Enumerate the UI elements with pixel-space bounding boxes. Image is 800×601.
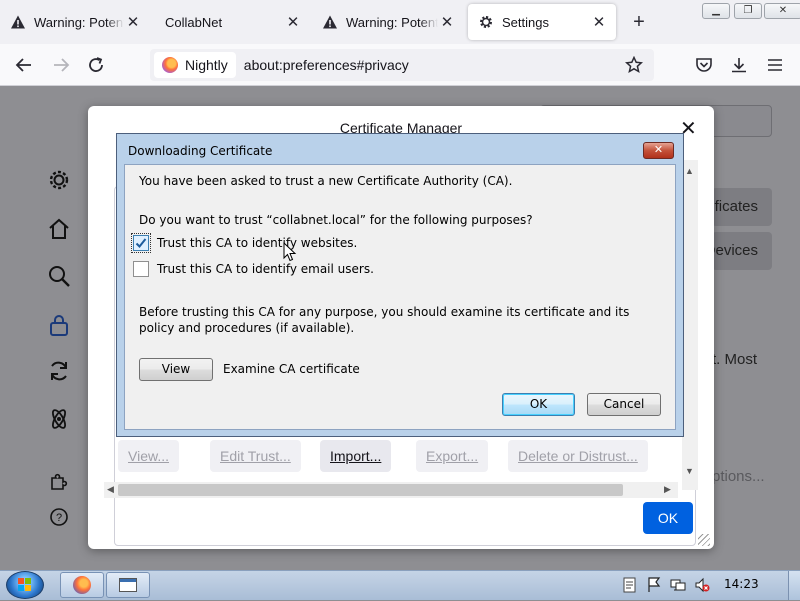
warning-icon — [10, 14, 26, 30]
tab-collabnet[interactable]: CollabNet ✕ — [155, 4, 310, 40]
advice-text: Before trusting this CA for any purpose,… — [139, 305, 630, 335]
checkmark-icon — [135, 238, 147, 248]
firefox-nightly-icon — [73, 576, 91, 594]
security-devices-button[interactable]: Security Devices... — [712, 232, 772, 270]
help-icon[interactable]: ? — [46, 504, 72, 530]
dialog-title: Downloading Certificate — [128, 144, 273, 158]
extensions-icon[interactable] — [46, 468, 72, 494]
tab-close-icon[interactable]: ✕ — [590, 13, 608, 31]
terminal-icon — [119, 578, 137, 592]
trust-websites-label[interactable]: Trust this CA to identify websites. — [157, 236, 357, 250]
scroll-up-icon[interactable]: ▲ — [685, 166, 694, 176]
tab-warning-2[interactable]: Warning: Potential Security Risk Ahead ✕ — [312, 4, 464, 40]
notes-tray-icon[interactable] — [622, 577, 638, 593]
maximize-button[interactable]: ❐ — [734, 3, 762, 19]
pref-partial-text: t. Most — [712, 351, 758, 368]
security-devices-label: Security Devices... — [712, 242, 758, 259]
minimize-button[interactable]: ▁ — [702, 3, 730, 19]
url-bar[interactable]: Nightly about:preferences#privacy — [150, 49, 654, 81]
network-icon[interactable] — [670, 577, 686, 593]
cert-manager-ok-button[interactable]: OK — [643, 502, 693, 534]
view-certificates-label: View Certificates... — [712, 198, 758, 215]
mouse-cursor-icon — [283, 241, 297, 265]
show-desktop-button[interactable] — [788, 571, 800, 600]
tab-title: Warning: Potential Security Risk Ahead — [34, 14, 124, 30]
firefox-nightly-icon — [162, 57, 178, 73]
windows-logo-icon — [18, 578, 31, 591]
view-ca-button[interactable]: View — [139, 358, 213, 381]
cancel-button[interactable]: Cancel — [587, 393, 661, 416]
tab-settings[interactable]: Settings ✕ — [468, 4, 616, 40]
tab-close-icon[interactable]: ✕ — [124, 13, 142, 31]
identity-label: Nightly — [185, 57, 228, 73]
new-tab-button[interactable]: + — [628, 12, 650, 34]
scroll-left-icon[interactable]: ◀ — [107, 484, 114, 495]
start-button[interactable] — [6, 571, 44, 599]
downloading-certificate-dialog: Downloading Certificate ✕ You have been … — [116, 133, 684, 437]
resize-grip[interactable] — [698, 534, 710, 546]
view-certificates-button[interactable]: View Certificates... — [712, 188, 772, 226]
ok-button[interactable]: OK — [502, 393, 575, 416]
lock-icon[interactable] — [46, 312, 72, 338]
arrow-right-icon — [54, 58, 70, 72]
question-text: Do you want to trust “collabnet.local” f… — [139, 213, 533, 227]
tab-title: CollabNet — [165, 14, 223, 30]
window-close-button[interactable]: ✕ — [764, 3, 800, 19]
scroll-down-icon[interactable]: ▼ — [685, 466, 694, 476]
vertical-scrollbar[interactable]: ▲ ▼ — [682, 160, 698, 490]
horizontal-scroll-thumb[interactable] — [118, 484, 623, 496]
clock[interactable]: 14:23 — [724, 577, 759, 591]
reload-icon — [89, 57, 103, 72]
arrow-left-icon — [15, 58, 31, 72]
scroll-right-icon[interactable]: ▶ — [664, 484, 671, 495]
taskbar-terminal[interactable] — [106, 572, 150, 598]
tab-warning-1[interactable]: Warning: Potential Security Risk Ahead ✕ — [0, 4, 150, 40]
bookmark-star-icon[interactable] — [623, 54, 645, 76]
home-icon[interactable] — [46, 216, 72, 242]
identity-box[interactable]: Nightly — [154, 52, 236, 78]
trust-email-checkbox[interactable] — [133, 261, 149, 277]
search-icon[interactable] — [46, 263, 72, 289]
sync-icon[interactable] — [46, 358, 72, 384]
tab-close-icon[interactable]: ✕ — [438, 13, 456, 31]
view-cert-button[interactable]: View... — [118, 440, 179, 472]
trust-websites-checkbox[interactable] — [131, 233, 151, 253]
downloads-icon[interactable] — [728, 54, 750, 76]
view-ca-caption: Examine CA certificate — [223, 362, 360, 376]
trust-email-label[interactable]: Trust this CA to identify email users. — [157, 262, 374, 276]
action-center-flag-icon[interactable] — [646, 577, 662, 593]
pocket-icon[interactable] — [693, 54, 715, 76]
import-button[interactable]: Import... — [320, 440, 392, 472]
delete-distrust-button[interactable]: Delete or Distrust... — [508, 440, 648, 472]
edit-trust-button[interactable]: Edit Trust... — [210, 440, 301, 472]
intro-text: You have been asked to trust a new Certi… — [139, 174, 513, 188]
warning-icon — [322, 14, 338, 30]
tab-close-icon[interactable]: ✕ — [284, 13, 302, 31]
svg-text:?: ? — [56, 512, 62, 524]
back-button[interactable] — [13, 54, 35, 76]
forward-button[interactable] — [50, 54, 72, 76]
dialog-body: You have been asked to trust a new Certi… — [124, 164, 676, 430]
export-button[interactable]: Export... — [416, 440, 489, 472]
url-text[interactable]: about:preferences#privacy — [244, 57, 409, 73]
firefox-labs-icon[interactable] — [46, 406, 72, 432]
trust-email-option[interactable]: Trust this CA to identify email users. — [133, 261, 374, 277]
tab-title: Settings — [502, 14, 549, 30]
reload-button[interactable] — [85, 54, 107, 76]
tab-title: Warning: Potential Security Risk Ahead — [346, 14, 438, 30]
volume-muted-icon[interactable] — [694, 577, 710, 593]
menu-icon[interactable] — [764, 54, 786, 76]
gear-icon[interactable] — [46, 167, 72, 193]
trust-websites-option[interactable]: Trust this CA to identify websites. — [131, 233, 357, 253]
taskbar-firefox[interactable] — [60, 572, 104, 598]
pref-partial-text-2: ptions... — [712, 468, 765, 485]
gear-icon — [478, 14, 494, 30]
dialog-close-button[interactable]: ✕ — [643, 142, 674, 159]
